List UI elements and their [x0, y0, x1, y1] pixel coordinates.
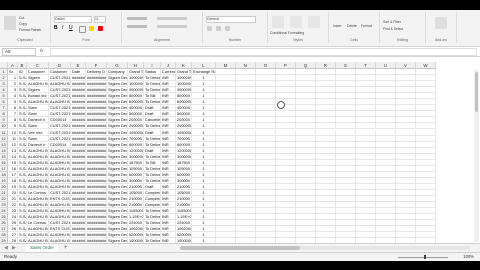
cells-group-label: Cells [350, 38, 358, 42]
cells-group: Insert Delete Format Cells [329, 12, 380, 43]
formula-input[interactable] [50, 48, 477, 56]
column-header[interactable]: T [356, 62, 376, 69]
name-box[interactable]: A5 [2, 48, 36, 56]
column-header[interactable]: S [336, 62, 356, 69]
cell-styles-icon[interactable] [308, 16, 320, 28]
prev-sheet-icon[interactable]: ◀ [4, 244, 8, 252]
font-size-select[interactable]: 11 [94, 16, 106, 23]
column-header[interactable]: I [144, 62, 161, 69]
alignment-group-label: Alignment [154, 38, 170, 42]
column-header[interactable]: F [86, 62, 107, 69]
column-header[interactable]: P [276, 62, 296, 69]
addins-group-label: Add-ins [434, 38, 448, 42]
editing-group-label: Editing [397, 38, 408, 42]
column-header[interactable]: J [161, 62, 176, 69]
formula-bar: A5 fx [0, 47, 480, 57]
vertical-scroll-thumb[interactable] [475, 72, 478, 112]
align-left-icon[interactable] [127, 25, 147, 28]
currency-icon[interactable] [207, 26, 212, 31]
sheet-tab-sales-order[interactable]: Sales Order [26, 244, 59, 252]
horizontal-scrollbar[interactable] [180, 246, 470, 250]
column-header[interactable]: N [236, 62, 256, 69]
italic-icon[interactable]: I [62, 25, 69, 32]
conditional-formatting-icon[interactable] [272, 16, 284, 28]
next-sheet-icon[interactable]: ▶ [12, 244, 16, 252]
column-header[interactable]: R [316, 62, 336, 69]
clipboard-group: Cut Copy Format Painter Clipboard [0, 12, 51, 43]
ready-status: Ready [4, 254, 18, 259]
video-frame: Cut Copy Format Painter Clipboard Calibr… [0, 0, 480, 270]
font-group-label: Font [82, 38, 90, 42]
column-header[interactable]: W [416, 62, 436, 69]
sort-filter-button[interactable]: Sort & Filter [383, 20, 401, 24]
column-header[interactable]: L [192, 62, 216, 69]
mouse-cursor-icon [277, 101, 285, 109]
zoom-slider[interactable] [398, 256, 448, 258]
addins-icon[interactable] [435, 17, 447, 29]
column-header[interactable]: Q [296, 62, 316, 69]
font-color-icon[interactable] [98, 26, 103, 31]
wrap-text-icon[interactable] [157, 17, 187, 20]
format-button[interactable]: Format [361, 24, 372, 28]
fx-icon[interactable]: fx [40, 48, 44, 53]
delete-button[interactable]: Delete [347, 24, 357, 28]
font-name-select[interactable]: Calibri [54, 16, 92, 23]
copy-button[interactable]: Copy [19, 22, 27, 26]
zoom-level[interactable]: 100% [463, 253, 474, 261]
borders-icon[interactable] [79, 26, 86, 33]
number-format-select[interactable]: General [206, 16, 256, 23]
add-sheet-button[interactable]: + [64, 244, 68, 252]
column-header[interactable]: O [256, 62, 276, 69]
alignment-group: Alignment [122, 12, 203, 43]
cut-button[interactable]: Cut [19, 16, 24, 20]
column-header[interactable]: A [8, 62, 18, 69]
column-header[interactable]: G [107, 62, 128, 69]
sheet-tabs-bar: ◀ ▶ Sales Order + [0, 243, 480, 252]
column-header[interactable]: B [18, 62, 27, 69]
addins-group: Add-ins [426, 12, 457, 43]
format-painter-button[interactable]: Format Painter [19, 28, 41, 32]
fill-color-icon[interactable] [89, 26, 94, 31]
styles-items-label: Conditional Formatting [270, 31, 305, 35]
percent-icon[interactable] [216, 26, 221, 31]
excel-window: Cut Copy Format Painter Clipboard Calibr… [0, 10, 480, 252]
find-select-button[interactable]: Find & Select [383, 27, 403, 31]
editing-group: Sort & Filter Find & Select Editing [380, 12, 426, 43]
column-header[interactable]: H [128, 62, 144, 69]
comma-icon[interactable] [225, 26, 230, 31]
vertical-scrollbar[interactable] [474, 70, 479, 242]
status-bar: Ready 100% [0, 252, 480, 261]
number-group: General Number [203, 12, 268, 43]
column-header[interactable]: D [49, 62, 71, 69]
column-header[interactable]: K [176, 62, 192, 69]
column-header[interactable]: C [27, 62, 49, 69]
underline-icon[interactable]: U [69, 25, 76, 32]
merge-center-icon[interactable] [157, 25, 187, 28]
status-area: Ready 100% [0, 252, 480, 261]
zoom-slider-knob[interactable] [424, 255, 426, 259]
bold-icon[interactable]: B [54, 25, 61, 32]
ribbon: Cut Copy Format Painter Clipboard Calibr… [0, 10, 480, 47]
insert-button[interactable]: Insert [333, 24, 341, 28]
format-as-table-icon[interactable] [290, 16, 302, 28]
paste-icon[interactable] [4, 16, 16, 30]
font-group: Calibri 11 B I U Font [51, 12, 122, 43]
column-header[interactable]: E [71, 62, 86, 69]
select-all-corner[interactable] [0, 62, 8, 69]
number-group-label: Number [228, 38, 242, 42]
column-header[interactable]: U [376, 62, 396, 69]
top-align-icon[interactable] [127, 17, 147, 20]
styles-group: Conditional Formatting Styles [268, 12, 329, 43]
column-header[interactable]: M [216, 62, 236, 69]
horizontal-scroll-thumb[interactable] [180, 246, 300, 250]
styles-group-label: Styles [293, 38, 303, 42]
column-header[interactable]: V [396, 62, 416, 69]
clipboard-group-label: Clipboard [17, 38, 33, 42]
